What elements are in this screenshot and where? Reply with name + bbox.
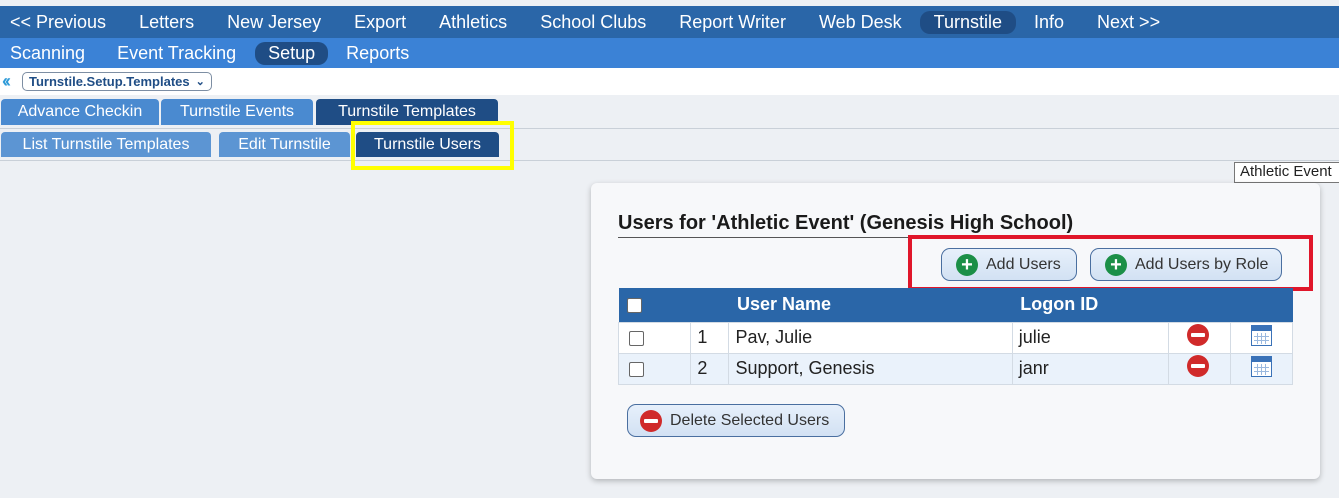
subnav-reports[interactable]: Reports xyxy=(346,43,409,64)
delete-icon[interactable] xyxy=(1187,355,1210,377)
row-user-name: Support, Genesis xyxy=(728,352,1013,385)
nav-export[interactable]: Export xyxy=(354,12,406,33)
nav-web-desk[interactable]: Web Desk xyxy=(819,12,902,33)
header-num xyxy=(690,288,729,322)
tabs-level1: Advance Checkin Turnstile Events Turnsti… xyxy=(0,99,1339,129)
nav-report-writer[interactable]: Report Writer xyxy=(679,12,786,33)
breadcrumb-bar: ‹‹ Turnstile.Setup.Templates ⌄ xyxy=(0,68,1339,95)
subnav-event-tracking[interactable]: Event Tracking xyxy=(117,43,236,64)
breadcrumb-label: Turnstile.Setup.Templates xyxy=(29,74,190,89)
tabs-level2: List Turnstile Templates Edit Turnstile … xyxy=(0,130,1339,161)
nav-info[interactable]: Info xyxy=(1034,12,1064,33)
nav-new-jersey[interactable]: New Jersey xyxy=(227,12,321,33)
row-logon-id: janr xyxy=(1011,352,1170,385)
tab-turnstile-events[interactable]: Turnstile Events xyxy=(161,99,313,125)
nav-letters[interactable]: Letters xyxy=(139,12,194,33)
table-row: 1 Pav, Julie julie xyxy=(617,321,1294,354)
table-row: 2 Support, Genesis janr xyxy=(617,352,1294,385)
header-user-name: User Name xyxy=(728,288,1013,322)
chevron-down-icon: ⌄ xyxy=(195,76,205,88)
header-calendar xyxy=(1230,288,1293,322)
double-chevron-left-icon[interactable]: ‹‹ xyxy=(2,71,22,92)
nav-turnstile[interactable]: Turnstile xyxy=(919,10,1017,34)
table-header-row: User Name Logon ID xyxy=(618,288,1293,322)
highlight-yellow-box xyxy=(351,121,514,170)
event-tooltip: Athletic Event xyxy=(1234,162,1339,183)
subnav-scanning[interactable]: Scanning xyxy=(10,43,85,64)
row-checkbox[interactable] xyxy=(629,361,644,377)
calendar-icon[interactable] xyxy=(1250,355,1272,377)
minus-circle-icon xyxy=(640,409,662,432)
highlight-red-box xyxy=(908,235,1313,291)
row-number: 1 xyxy=(690,321,730,354)
delete-selected-users-button[interactable]: Delete Selected Users xyxy=(627,404,845,437)
header-delete xyxy=(1168,288,1231,322)
row-checkbox[interactable] xyxy=(629,330,644,346)
tab-advance-checkin[interactable]: Advance Checkin xyxy=(1,99,159,125)
delete-selected-label: Delete Selected Users xyxy=(670,411,830,429)
tab-edit-turnstile[interactable]: Edit Turnstile xyxy=(219,132,350,157)
row-logon-id: julie xyxy=(1011,321,1170,354)
header-logon-id: Logon ID xyxy=(1012,288,1169,322)
row-number: 2 xyxy=(690,352,730,385)
select-all-checkbox[interactable] xyxy=(626,298,642,313)
calendar-icon[interactable] xyxy=(1250,324,1272,346)
sub-nav: Scanning Event Tracking Setup Reports xyxy=(0,38,1339,68)
tab-list-turnstile-templates[interactable]: List Turnstile Templates xyxy=(1,132,211,157)
nav-school-clubs[interactable]: School Clubs xyxy=(540,12,646,33)
users-table: User Name Logon ID 1 Pav, Julie julie 2 … xyxy=(617,288,1294,385)
nav-athletics[interactable]: Athletics xyxy=(439,12,507,33)
nav-next[interactable]: Next >> xyxy=(1097,12,1160,33)
nav-previous[interactable]: << Previous xyxy=(10,12,106,33)
delete-icon[interactable] xyxy=(1187,324,1210,346)
header-select-all[interactable] xyxy=(618,288,691,322)
top-nav: << Previous Letters New Jersey Export At… xyxy=(0,6,1339,38)
row-user-name: Pav, Julie xyxy=(728,321,1013,354)
breadcrumb-dropdown[interactable]: Turnstile.Setup.Templates ⌄ xyxy=(22,72,212,91)
subnav-setup[interactable]: Setup xyxy=(255,41,329,65)
